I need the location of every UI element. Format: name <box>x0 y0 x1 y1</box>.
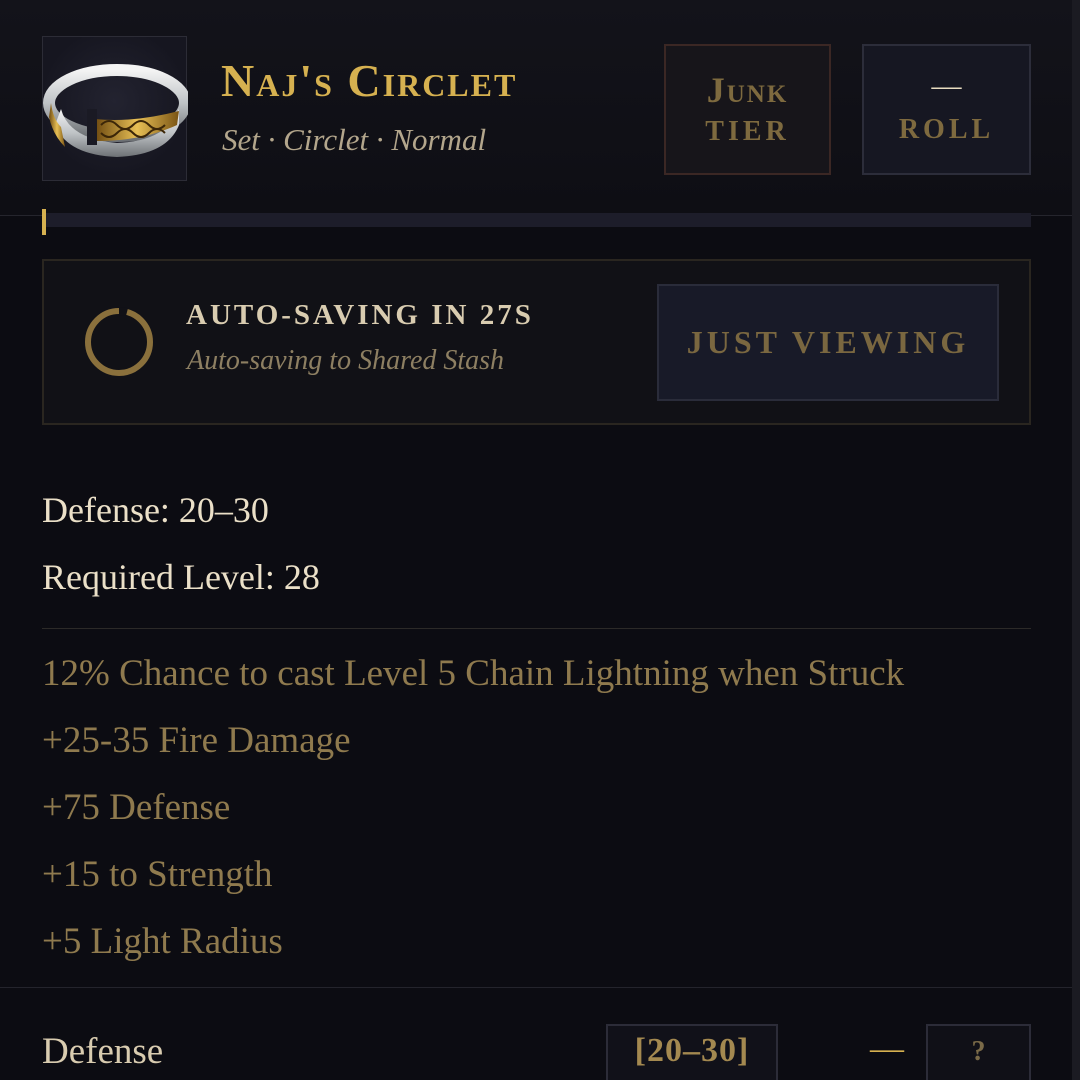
affix-line: +5 Light Radius <box>42 921 283 962</box>
affix-line: +75 Defense <box>42 787 231 828</box>
roll-value: — <box>931 68 962 102</box>
roll-range-button[interactable]: [20–30] <box>606 1024 778 1080</box>
autosave-countdown: Auto-saving in 27s <box>186 299 534 331</box>
item-image <box>42 36 188 181</box>
autosave-panel: Auto-saving in 27s Auto-saving to Shared… <box>42 259 1031 425</box>
tier-value: Junk <box>706 69 789 110</box>
item-name: Naj's Circlet <box>221 55 518 106</box>
loading-spinner-icon <box>85 307 153 376</box>
roll-stat-label: Defense <box>42 1031 164 1072</box>
just-viewing-button[interactable]: Just Viewing <box>657 284 999 401</box>
tier-button[interactable]: Junk Tier <box>664 44 831 175</box>
stats-divider <box>42 628 1031 629</box>
affix-line: +25-35 Fire Damage <box>42 720 351 761</box>
silver-gold-circlet-icon <box>43 64 188 157</box>
scrollbar-track[interactable] <box>1072 0 1080 1080</box>
item-type-subtitle: Set · Circlet · Normal <box>222 122 487 157</box>
affix-line: 12% Chance to cast Level 5 Chain Lightni… <box>42 653 905 694</box>
tier-label: Tier <box>705 115 790 147</box>
affix-line: +15 to Strength <box>42 854 273 895</box>
section-divider <box>0 987 1072 988</box>
roll-button[interactable]: — Roll <box>862 44 1031 175</box>
roll-stat-value: — <box>870 1030 904 1067</box>
roll-help-button[interactable]: ? <box>926 1024 1031 1080</box>
required-level-stat: Required Level: 28 <box>42 557 320 597</box>
roll-progress-fill <box>42 209 46 235</box>
autosave-destination: Auto-saving to Shared Stash <box>187 345 505 376</box>
roll-progress-bar <box>42 209 1031 235</box>
roll-label: Roll <box>898 113 995 145</box>
base-defense-stat: Defense: 20–30 <box>42 490 269 530</box>
item-header: Naj's Circlet Set · Circlet · Normal Jun… <box>0 0 1072 216</box>
